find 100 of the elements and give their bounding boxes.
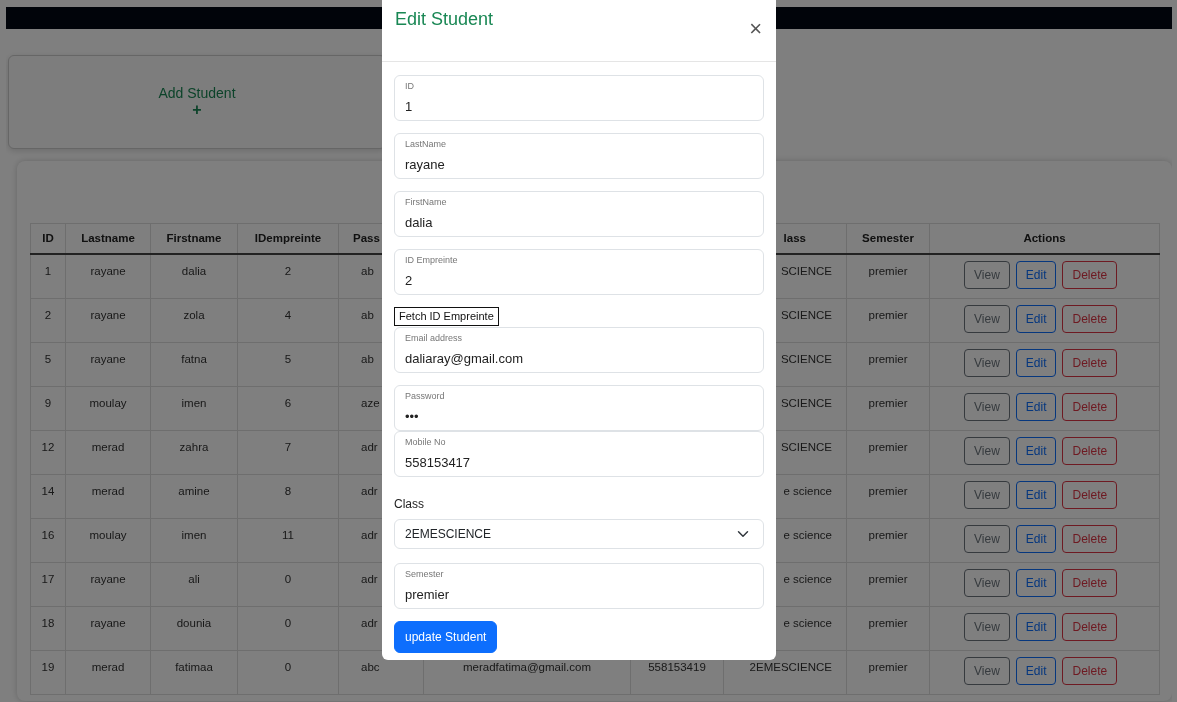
table-cell: premier: [868, 572, 908, 585]
delete-button[interactable]: Delete: [1062, 524, 1118, 553]
table-cell: adr: [361, 440, 378, 453]
update-button[interactable]: update Student: [394, 621, 498, 654]
table-cell: premier: [868, 616, 908, 629]
column-header: Lastname: [81, 232, 135, 244]
modal-title: Edit Student: [395, 9, 494, 31]
view-button[interactable]: View: [964, 656, 1010, 685]
edit-button[interactable]: Edit: [1015, 436, 1057, 465]
delete-button[interactable]: Delete: [1062, 348, 1118, 377]
table-cell: 5: [284, 352, 292, 365]
table-cell: 0: [284, 616, 292, 629]
table-cell: SCIENCE: [780, 265, 832, 278]
table-cell: ab: [361, 265, 374, 278]
table-cell: dounia: [176, 616, 212, 629]
table-cell: meradfatima@gmail.com: [463, 660, 591, 673]
column-header: Pass: [353, 232, 380, 244]
floating-label: Password: [405, 392, 445, 402]
delete-button[interactable]: Delete: [1062, 304, 1118, 333]
close-button[interactable]: ×: [745, 18, 766, 40]
delete-button[interactable]: Delete: [1062, 480, 1118, 509]
view-button[interactable]: View: [964, 392, 1010, 421]
table-cell: ab: [361, 352, 374, 365]
edit-button[interactable]: Edit: [1015, 392, 1057, 421]
table-cell: 19: [41, 660, 55, 673]
table-cell: 9: [44, 396, 52, 409]
delete-button[interactable]: Delete: [1062, 568, 1118, 597]
edit-button[interactable]: Edit: [1015, 524, 1057, 553]
table-cell: 6: [284, 396, 292, 409]
table-cell: moulay: [89, 396, 127, 409]
table-cell: 16: [41, 528, 55, 541]
table-cell: zahra: [179, 440, 209, 453]
class-select[interactable]: 2EMESCIENCE: [394, 519, 764, 550]
floating-label: Email address: [405, 334, 463, 344]
view-button[interactable]: View: [964, 612, 1010, 641]
table-cell: 2EMESCIENCE: [749, 660, 832, 673]
table-cell: zola: [183, 308, 205, 321]
table-cell: 1: [44, 265, 52, 278]
table-cell: adr: [361, 528, 378, 541]
table-cell: imen: [181, 528, 207, 541]
view-button[interactable]: View: [964, 524, 1010, 553]
view-button[interactable]: View: [964, 348, 1010, 377]
table-cell: amine: [178, 484, 210, 497]
delete-button[interactable]: Delete: [1062, 436, 1118, 465]
table-cell: SCIENCE: [780, 396, 832, 409]
table-cell: rayane: [90, 616, 126, 629]
column-header: IDempreinte: [254, 232, 322, 244]
delete-button[interactable]: Delete: [1062, 612, 1118, 641]
table-cell: premier: [868, 396, 908, 409]
edit-button[interactable]: Edit: [1015, 348, 1057, 377]
view-button[interactable]: View: [964, 436, 1010, 465]
view-button[interactable]: View: [964, 304, 1010, 333]
floating-label: Semester: [405, 570, 444, 580]
table-cell: merad: [91, 660, 125, 673]
table-cell: 12: [41, 440, 55, 453]
column-header: ID: [42, 232, 54, 244]
table-cell: premier: [868, 528, 908, 541]
table-cell: merad: [91, 484, 125, 497]
table-cell: moulay: [89, 528, 127, 541]
view-button[interactable]: View: [964, 261, 1010, 290]
view-button[interactable]: View: [964, 568, 1010, 597]
table-cell: imen: [181, 396, 207, 409]
edit-button[interactable]: Edit: [1015, 304, 1057, 333]
edit-button[interactable]: Edit: [1015, 480, 1057, 509]
floating-label: ID: [405, 82, 414, 91]
edit-button[interactable]: Edit: [1015, 612, 1057, 641]
table-cell: 17: [41, 572, 55, 585]
table-cell: rayane: [90, 265, 126, 278]
edit-button[interactable]: Edit: [1015, 656, 1057, 685]
table-cell: 14: [41, 484, 55, 497]
table-cell: 18: [41, 616, 55, 629]
table-cell: premier: [868, 352, 908, 365]
view-button[interactable]: View: [964, 480, 1010, 509]
table-cell: premier: [868, 265, 908, 278]
table-cell: e science: [783, 528, 832, 541]
delete-button[interactable]: Delete: [1062, 392, 1118, 421]
edit-button[interactable]: Edit: [1015, 261, 1057, 290]
table-cell: SCIENCE: [780, 352, 832, 365]
fetch-button[interactable]: Fetch ID Empreinte: [394, 307, 499, 327]
table-cell: fatna: [181, 352, 207, 365]
table-cell: 2: [284, 265, 292, 278]
table-cell: adr: [361, 572, 378, 585]
table-cell: 11: [282, 528, 294, 541]
table-cell: 0: [284, 660, 292, 673]
table-cell: rayane: [90, 308, 126, 321]
delete-button[interactable]: Delete: [1062, 656, 1118, 685]
table-cell: 558153419: [648, 660, 706, 673]
table-cell: adr: [361, 616, 378, 629]
table-cell: 7: [284, 440, 292, 453]
column-header: lass: [783, 232, 806, 244]
table-cell: adr: [361, 484, 378, 497]
edit-button[interactable]: Edit: [1015, 568, 1057, 597]
table-cell: aze: [361, 396, 380, 409]
delete-button[interactable]: Delete: [1062, 261, 1118, 290]
table-cell: premier: [868, 308, 908, 321]
table-cell: 4: [284, 308, 292, 321]
table-cell: 2: [44, 308, 52, 321]
floating-label: ID Empreinte: [405, 256, 458, 265]
table-cell: 5: [44, 352, 52, 365]
field-label: Class: [394, 496, 424, 514]
